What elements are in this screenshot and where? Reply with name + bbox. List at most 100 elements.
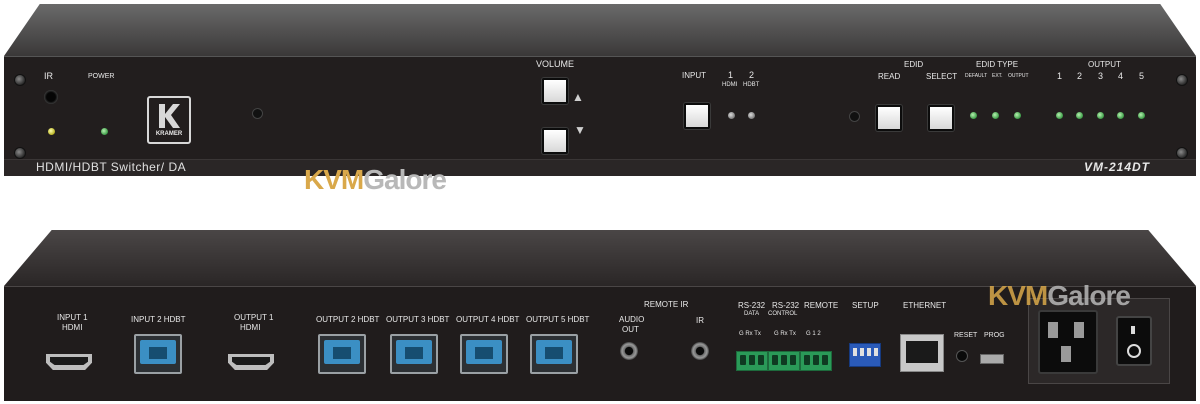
logo-text: KRAMER [155,131,183,137]
output-1-led [1056,112,1063,119]
output-2-led [1076,112,1083,119]
input-label: INPUT [682,71,706,80]
input-2-led [748,112,755,119]
remote-label: REMOTE [804,301,839,310]
output-4-label: OUTPUT 4 HDBT [456,315,520,324]
front-panel: IR POWER KRAMER VOLUME ▲ ▼ INPUT 1 2 HDM… [4,4,1196,182]
output-4-hdbt-port[interactable] [460,334,508,374]
screw-icon [14,74,26,86]
edid-indicator-hole [849,111,860,122]
input-button[interactable] [684,103,710,129]
rs232-data-label: RS-232 [738,301,766,310]
edid-select-button[interactable] [928,105,954,131]
input-1-number: 1 [728,70,734,80]
prog-label: PROG [984,332,1005,339]
front-indicator-hole [252,108,263,119]
reset-label: RESET [954,332,978,339]
edid-label: EDID [904,60,924,69]
watermark-kvm-rear: KVM [988,280,1048,311]
output-4-led [1117,112,1124,119]
output-5-label: OUTPUT 5 HDBT [526,315,590,324]
model-number: VM-214DT [1084,160,1151,174]
edid-ext-label: EXT. [992,73,1003,79]
rs232-data-sub-label: DATA [744,311,760,317]
watermark-galore: Galore [363,164,447,195]
volume-down-button[interactable] [542,128,568,154]
audio-label: AUDIO [619,315,645,324]
up-arrow-icon: ▲ [572,90,584,104]
input-1-sub-label: HDMI [62,323,83,332]
watermark-galore-rear: Galore [1047,280,1131,311]
watermark-rear: KVMGalore [988,280,1131,312]
audio-sub-label: OUT [622,325,639,334]
output-2-number: 2 [1077,71,1083,81]
output-4-number: 4 [1118,71,1124,81]
input-hdbt-label: HDBT [743,82,760,88]
volume-label: VOLUME [536,59,575,69]
output-2-hdbt-port[interactable] [318,334,366,374]
edid-ext-led [992,112,999,119]
ir-jack[interactable] [691,342,709,360]
down-arrow-icon: ▼ [574,123,586,137]
output-1-hdmi-port[interactable] [228,354,274,370]
rear-panel: INPUT 1 HDMI INPUT 2 HDBT OUTPUT 1 HDMI … [4,230,1196,402]
power-switch-icon[interactable] [1116,316,1152,366]
audio-out-jack[interactable] [620,342,638,360]
input-1-label: INPUT 1 [57,313,88,322]
ethernet-label: ETHERNET [903,301,947,310]
rear-panel-top-face [4,230,1196,286]
outputs-header: OUTPUT [1088,60,1121,69]
power-led [101,128,108,135]
read-label: READ [878,72,901,81]
input-1-led [728,112,735,119]
input-hdmi-label: HDMI [722,82,738,88]
ir-label: IR [44,71,53,81]
watermark-front: KVMGalore [304,164,447,196]
rs232-control-terminal[interactable] [768,351,800,371]
output-3-label: OUTPUT 3 HDBT [386,315,450,324]
edid-read-button[interactable] [876,105,902,131]
volume-up-button[interactable] [542,78,568,104]
output-3-hdbt-port[interactable] [390,334,438,374]
input-2-label: INPUT 2 HDBT [131,315,186,324]
rs232-control-label: RS-232 [772,301,800,310]
rs232-pins-1: G Rx Tx [739,331,761,337]
remote-ir-label: REMOTE IR [644,300,689,309]
edid-type-label: EDID TYPE [976,60,1019,69]
select-label: SELECT [926,72,958,81]
product-description: HDMI/HDBT Switcher/ DA [36,160,187,174]
edid-output-led [1014,112,1021,119]
output-1-number: 1 [1057,71,1063,81]
output-2-label: OUTPUT 2 HDBT [316,315,380,324]
screw-icon [1176,147,1188,159]
setup-dip-switch[interactable] [849,343,881,367]
output-5-hdbt-port[interactable] [530,334,578,374]
watermark-kvm: KVM [304,164,364,195]
remote-pins: G 1 2 [806,331,821,337]
output-1-label: OUTPUT 1 [234,313,274,322]
reset-button[interactable] [956,350,968,362]
edid-default-label: DEFAULT [965,73,988,79]
ethernet-port[interactable] [900,334,944,372]
power-label: POWER [88,73,115,80]
ir-rear-label: IR [696,316,704,325]
output-3-led [1097,112,1104,119]
rs232-control-sub-label: CONTROL [768,311,798,317]
output-5-number: 5 [1139,71,1145,81]
edid-output-label: OUTPUT [1008,73,1029,79]
screw-icon [1176,74,1188,86]
setup-label: SETUP [852,301,879,310]
prog-usb-port[interactable] [980,354,1004,364]
input-1-hdmi-port[interactable] [46,354,92,370]
rs232-data-terminal[interactable] [736,351,768,371]
power-inlet[interactable] [1038,310,1098,374]
input-2-number: 2 [749,70,755,80]
output-3-number: 3 [1098,71,1104,81]
output-5-led [1138,112,1145,119]
rs232-pins-2: G Rx Tx [774,331,796,337]
screw-icon [14,147,26,159]
remote-terminal[interactable] [800,351,832,371]
ir-led [48,128,55,135]
ir-sensor [44,90,58,104]
input-2-hdbt-port[interactable] [134,334,182,374]
